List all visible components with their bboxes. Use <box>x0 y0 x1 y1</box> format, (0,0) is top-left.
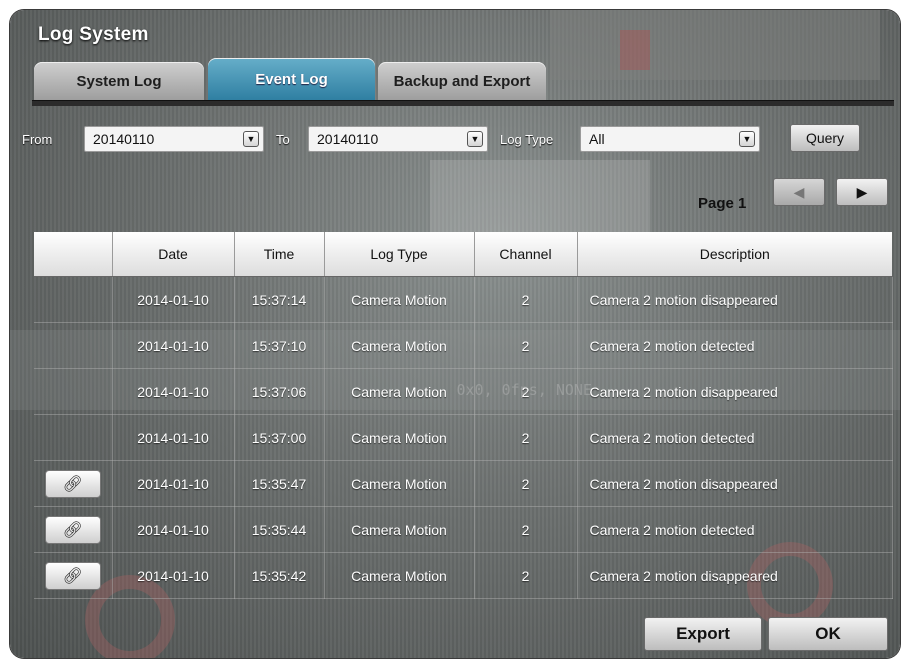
ok-label: OK <box>815 624 841 643</box>
date-cell: 2014-01-10 <box>112 552 235 599</box>
log-type-value: All <box>589 131 605 147</box>
query-label: Query <box>805 130 845 146</box>
table-row[interactable]: 2014-01-10 15:37:14 Camera Motion 2 Came… <box>34 276 893 323</box>
link-cell: 🔗︎ <box>34 460 113 507</box>
prev-page-button[interactable]: ◀ <box>773 178 825 206</box>
time-cell: 15:37:14 <box>234 276 325 323</box>
time-cell: 15:37:00 <box>234 414 325 461</box>
link-cell <box>34 368 113 415</box>
time-cell: 15:35:42 <box>234 552 325 599</box>
time-cell: 15:35:44 <box>234 506 325 553</box>
query-button[interactable]: Query <box>790 124 860 152</box>
link-cell: 🔗︎ <box>34 552 113 599</box>
table-row[interactable]: 2014-01-10 15:37:00 Camera Motion 2 Came… <box>34 414 893 461</box>
time-cell: 15:37:06 <box>234 368 325 415</box>
description-cell: Camera 2 motion disappeared <box>577 368 893 415</box>
channel-cell: 2 <box>474 322 578 369</box>
description-cell: Camera 2 motion disappeared <box>577 460 893 507</box>
page-indicator: Page 1 <box>698 195 747 212</box>
from-date-value: 20140110 <box>93 131 155 147</box>
arrow-left-icon: ◀ <box>793 183 805 200</box>
chevron-down-icon[interactable]: ▼ <box>739 131 755 147</box>
table-row[interactable]: 🔗︎ 2014-01-10 15:35:47 Camera Motion 2 C… <box>34 460 893 507</box>
log-type-select[interactable]: All ▼ <box>580 126 760 152</box>
export-button[interactable]: Export <box>644 617 762 651</box>
video-status-watermark: 0x0, 0fps, NONE <box>456 381 592 399</box>
column-header-date: Date <box>112 232 235 277</box>
link-icon: 🔗︎ <box>62 567 83 585</box>
playback-link-button[interactable]: 🔗︎ <box>44 469 101 498</box>
channel-cell: 2 <box>474 276 578 323</box>
export-label: Export <box>676 624 730 643</box>
to-date-value: 20140110 <box>317 131 379 147</box>
tab-backup-and-export[interactable]: Backup and Export <box>378 62 546 100</box>
playback-link-button[interactable]: 🔗︎ <box>44 515 101 544</box>
link-cell: 🔗︎ <box>34 506 113 553</box>
time-cell: 15:35:47 <box>234 460 325 507</box>
log-type-cell: Camera Motion <box>324 506 475 553</box>
log-type-cell: Camera Motion <box>324 414 475 461</box>
description-cell: Camera 2 motion detected <box>577 506 893 553</box>
next-page-button[interactable]: ▶ <box>836 178 888 206</box>
table-row[interactable]: 🔗︎ 2014-01-10 15:35:42 Camera Motion 2 C… <box>34 552 893 599</box>
event-log-table: Date Time Log Type Channel Description 2… <box>34 232 893 599</box>
date-cell: 2014-01-10 <box>112 322 235 369</box>
column-header-log-type: Log Type <box>324 232 475 277</box>
channel-cell: 2 <box>474 506 578 553</box>
log-type-cell: Camera Motion <box>324 276 475 323</box>
table-row[interactable]: 2014-01-10 15:37:06 Camera Motion 2 0x0,… <box>34 368 893 415</box>
description-cell: Camera 2 motion detected <box>577 414 893 461</box>
tab-divider <box>32 100 894 106</box>
column-header-time: Time <box>234 232 325 277</box>
to-label: To <box>276 132 290 147</box>
tab-label: Backup and Export <box>393 72 531 90</box>
chevron-down-icon[interactable]: ▼ <box>243 131 259 147</box>
table-header-row: Date Time Log Type Channel Description <box>34 232 892 277</box>
tab-event-log[interactable]: Event Log <box>208 58 375 100</box>
arrow-right-icon: ▶ <box>856 183 868 200</box>
log-type-label: Log Type <box>500 132 554 147</box>
channel-cell: 2 <box>474 552 578 599</box>
to-date-select[interactable]: 20140110 ▼ <box>308 126 488 152</box>
link-cell <box>34 322 113 369</box>
link-icon: 🔗︎ <box>62 475 83 493</box>
table-row[interactable]: 2014-01-10 15:37:10 Camera Motion 2 Came… <box>34 322 893 369</box>
column-header-link <box>34 232 113 277</box>
chevron-down-icon[interactable]: ▼ <box>467 131 483 147</box>
log-type-cell: Camera Motion <box>324 460 475 507</box>
channel-cell: 2 <box>474 460 578 507</box>
column-header-channel: Channel <box>474 232 578 277</box>
tab-label: System Log <box>76 72 162 90</box>
time-cell: 15:37:10 <box>234 322 325 369</box>
description-cell: Camera 2 motion disappeared <box>577 276 893 323</box>
description-cell: Camera 2 motion detected <box>577 322 893 369</box>
date-cell: 2014-01-10 <box>112 276 235 323</box>
link-cell <box>34 276 113 323</box>
log-type-cell: Camera Motion <box>324 322 475 369</box>
channel-cell: 2 0x0, 0fps, NONE <box>457 368 592 415</box>
window-title: Log System <box>38 24 149 45</box>
from-date-select[interactable]: 20140110 ▼ <box>84 126 264 152</box>
tab-label: Event Log <box>255 70 328 88</box>
log-system-window: Log System System Log Event Log Backup a… <box>10 10 900 658</box>
ok-button[interactable]: OK <box>768 617 888 651</box>
table-row[interactable]: 🔗︎ 2014-01-10 15:35:44 Camera Motion 2 C… <box>34 506 893 553</box>
channel-cell: 2 <box>474 414 578 461</box>
date-cell: 2014-01-10 <box>112 414 235 461</box>
link-cell <box>34 414 113 461</box>
date-cell: 2014-01-10 <box>112 368 235 415</box>
log-type-cell: Camera Motion <box>324 368 475 415</box>
date-cell: 2014-01-10 <box>112 506 235 553</box>
column-header-description: Description <box>577 232 892 277</box>
playback-link-button[interactable]: 🔗︎ <box>44 561 101 590</box>
from-label: From <box>22 132 53 147</box>
tab-system-log[interactable]: System Log <box>34 62 204 100</box>
link-icon: 🔗︎ <box>62 521 83 539</box>
log-type-cell: Camera Motion <box>324 552 475 599</box>
date-cell: 2014-01-10 <box>112 460 235 507</box>
description-cell: Camera 2 motion disappeared <box>577 552 893 599</box>
